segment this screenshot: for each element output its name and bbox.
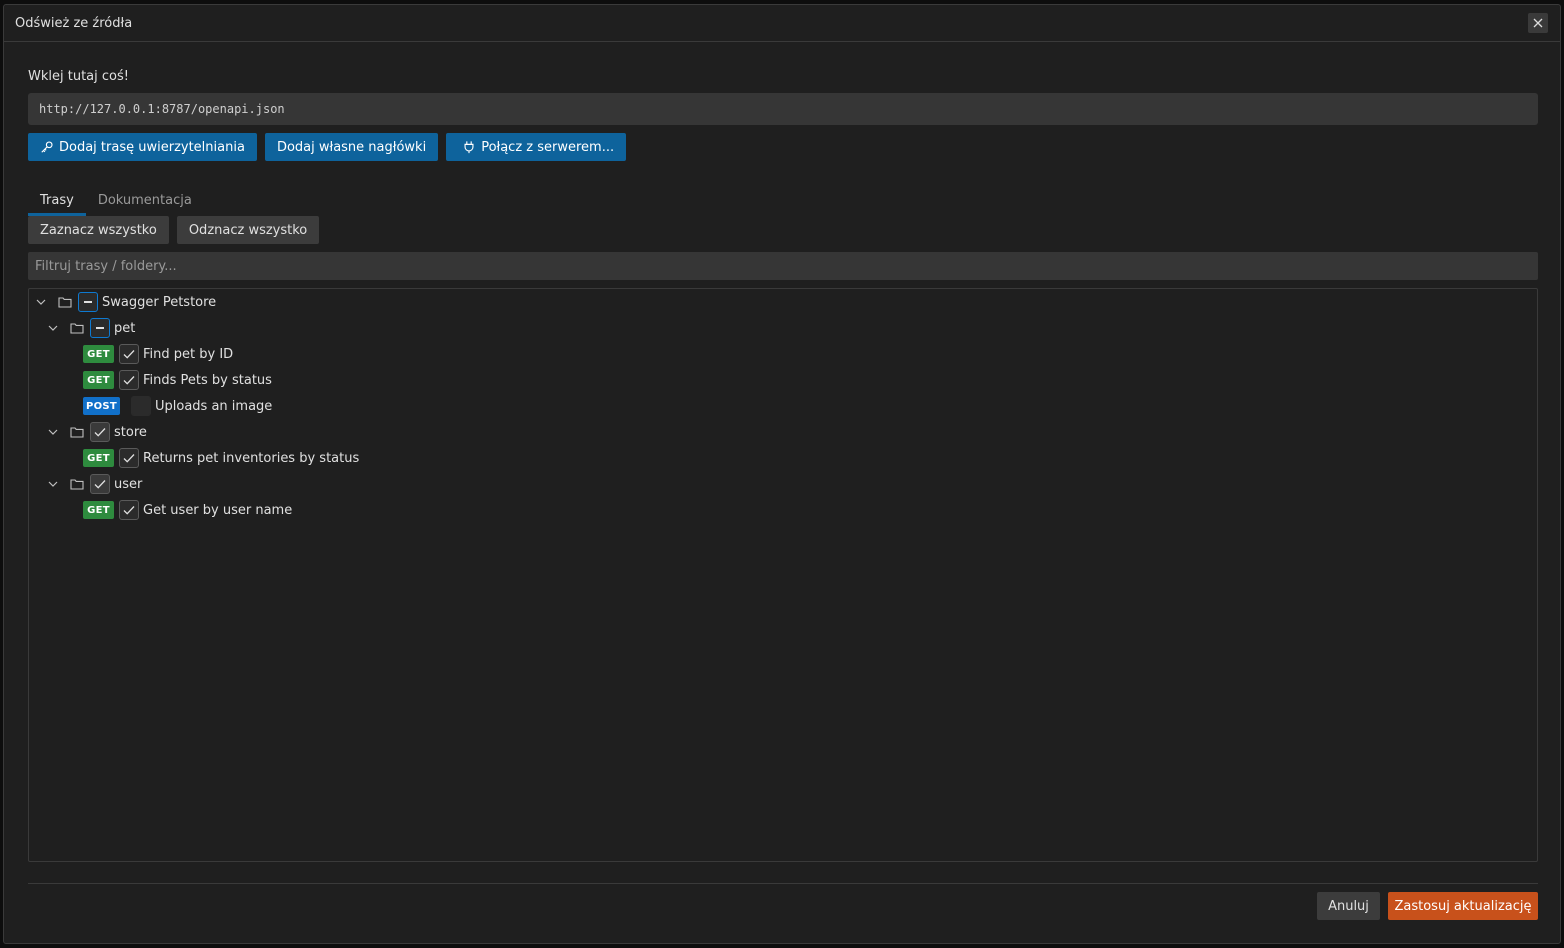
route-checkbox[interactable] bbox=[119, 448, 139, 468]
chevron-down-icon[interactable] bbox=[47, 426, 59, 438]
method-badge: POST bbox=[83, 397, 120, 415]
dialog-titlebar: Odśwież ze źródła bbox=[4, 5, 1560, 42]
tab-documentation[interactable]: Dokumentacja bbox=[86, 189, 204, 216]
folder-icon bbox=[70, 321, 84, 335]
chevron-down-icon[interactable] bbox=[35, 296, 47, 308]
selection-actions: Zaznacz wszystko Odznacz wszystko bbox=[28, 216, 320, 244]
folder-icon bbox=[70, 477, 84, 491]
method-badge: GET bbox=[83, 449, 114, 467]
folder-store-checkbox[interactable] bbox=[90, 422, 110, 442]
folder-label: store bbox=[114, 424, 147, 440]
folder-label: pet bbox=[114, 320, 136, 336]
source-actions: Dodaj trasę uwierzytelniania Dodaj własn… bbox=[28, 133, 627, 161]
method-badge: GET bbox=[83, 371, 114, 389]
route-row[interactable]: GET Finds Pets by status bbox=[83, 367, 272, 393]
apply-update-button[interactable]: Zastosuj aktualizację bbox=[1388, 892, 1538, 920]
add-auth-route-button[interactable]: Dodaj trasę uwierzytelniania bbox=[28, 133, 257, 161]
connect-server-label: Połącz z serwerem... bbox=[481, 139, 615, 155]
select-all-button[interactable]: Zaznacz wszystko bbox=[28, 216, 169, 244]
add-auth-route-label: Dodaj trasę uwierzytelniania bbox=[59, 139, 245, 155]
folder-user[interactable]: user bbox=[47, 471, 142, 497]
folder-pet-checkbox[interactable] bbox=[90, 318, 110, 338]
chevron-down-icon[interactable] bbox=[47, 478, 59, 490]
folder-icon bbox=[70, 425, 84, 439]
tab-routes[interactable]: Trasy bbox=[28, 189, 86, 216]
method-badge: GET bbox=[83, 345, 114, 363]
route-row[interactable]: POST Uploads an image bbox=[83, 393, 272, 419]
paste-label: Wklej tutaj coś! bbox=[28, 69, 129, 84]
tree-root-label: Swagger Petstore bbox=[102, 294, 217, 310]
route-checkbox[interactable] bbox=[119, 370, 139, 390]
route-row[interactable]: GET Find pet by ID bbox=[83, 341, 233, 367]
route-row[interactable]: GET Returns pet inventories by status bbox=[83, 445, 359, 471]
connect-server-button[interactable]: Połącz z serwerem... bbox=[446, 133, 627, 161]
folder-store[interactable]: store bbox=[47, 419, 147, 445]
route-label: Finds Pets by status bbox=[143, 372, 272, 388]
folder-label: user bbox=[114, 476, 143, 492]
route-label: Uploads an image bbox=[155, 398, 273, 414]
folder-icon bbox=[58, 295, 72, 309]
plug-icon bbox=[464, 141, 474, 154]
key-icon bbox=[41, 141, 53, 153]
deselect-all-button[interactable]: Odznacz wszystko bbox=[176, 216, 320, 244]
add-headers-label: Dodaj własne nagłówki bbox=[276, 139, 427, 155]
route-row[interactable]: GET Get user by user name bbox=[83, 497, 292, 523]
cancel-button[interactable]: Anuluj bbox=[1317, 892, 1380, 920]
route-label: Get user by user name bbox=[143, 502, 293, 518]
footer-divider bbox=[28, 883, 1538, 884]
tree-root-checkbox[interactable] bbox=[78, 292, 98, 312]
tab-bar: Trasy Dokumentacja bbox=[28, 189, 204, 216]
dialog-title: Odśwież ze źródła bbox=[15, 16, 133, 31]
method-badge: GET bbox=[83, 501, 114, 519]
add-headers-button[interactable]: Dodaj własne nagłówki bbox=[264, 133, 439, 161]
route-checkbox[interactable] bbox=[119, 344, 139, 364]
folder-pet[interactable]: pet bbox=[47, 315, 135, 341]
source-url-input[interactable] bbox=[28, 93, 1538, 125]
filter-input[interactable] bbox=[28, 252, 1538, 280]
route-label: Returns pet inventories by status bbox=[143, 450, 360, 466]
route-label: Find pet by ID bbox=[143, 346, 234, 362]
route-checkbox[interactable] bbox=[119, 500, 139, 520]
routes-tree: Swagger Petstore pet GET Find pet by ID … bbox=[28, 288, 1538, 862]
tree-root[interactable]: Swagger Petstore bbox=[35, 289, 216, 315]
chevron-down-icon[interactable] bbox=[47, 322, 59, 334]
close-icon[interactable] bbox=[1528, 13, 1548, 33]
folder-user-checkbox[interactable] bbox=[90, 474, 110, 494]
route-checkbox[interactable] bbox=[131, 396, 151, 416]
refresh-from-source-dialog: Odśwież ze źródła Wklej tutaj coś! Dodaj… bbox=[3, 4, 1561, 944]
